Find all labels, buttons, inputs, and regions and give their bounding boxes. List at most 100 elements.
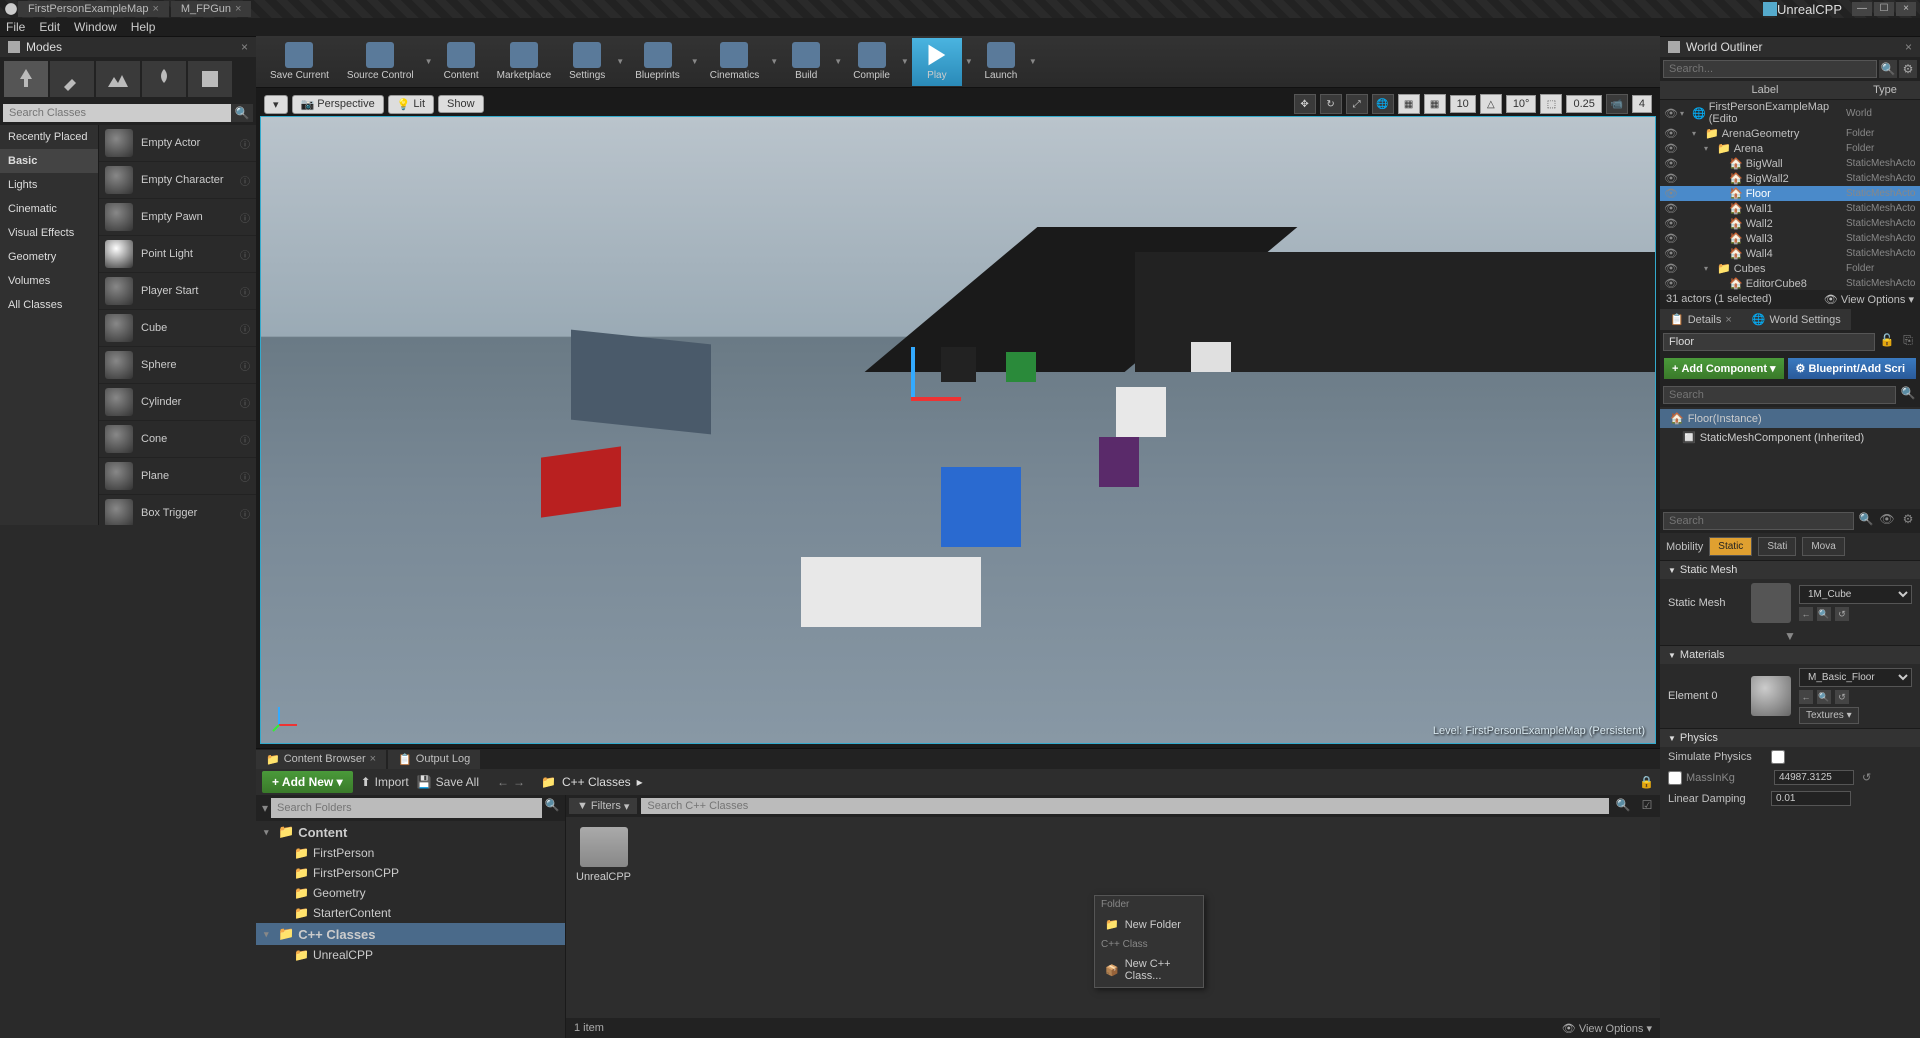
save-all-button[interactable]: 💾 Save All	[417, 775, 479, 789]
visibility-icon[interactable]: 👁	[1664, 172, 1680, 185]
close-icon[interactable]: ×	[370, 753, 376, 765]
search-icon[interactable]: 🔍	[1899, 386, 1917, 404]
close-icon[interactable]: ×	[241, 40, 248, 54]
outliner-row[interactable]: 👁▾📁 CubesFolder	[1660, 261, 1920, 276]
mass-value-input[interactable]	[1774, 770, 1854, 785]
category-item[interactable]: Volumes	[0, 269, 98, 293]
outliner-row[interactable]: 👁🏠 EditorCube8StaticMeshActo	[1660, 276, 1920, 290]
locate-icon[interactable]: ⎘	[1899, 333, 1917, 351]
toolbar-source-control[interactable]: Source Control	[339, 38, 422, 86]
vp-camspeed[interactable]: 4	[1632, 95, 1652, 113]
static-mesh-select[interactable]: 1M_Cube	[1799, 585, 1912, 604]
mobility-static[interactable]: Static	[1709, 537, 1752, 556]
toolbar-dropdown[interactable]: ▼	[1028, 38, 1038, 86]
mesh-thumbnail[interactable]	[1751, 583, 1791, 623]
reset-icon[interactable]: ↺	[1835, 607, 1849, 621]
info-icon[interactable]: ⓘ	[240, 506, 250, 521]
search-icon[interactable]: 🔍	[1879, 60, 1897, 78]
actor-item[interactable]: Empty Pawnⓘ	[99, 199, 256, 236]
vp-grid-val[interactable]: 10	[1450, 95, 1476, 113]
toolbar-dropdown[interactable]: ▼	[424, 38, 434, 86]
mode-paint[interactable]	[50, 61, 94, 97]
add-component-button[interactable]: + Add Component ▾	[1664, 358, 1784, 379]
browse-icon[interactable]: 🔍	[1817, 690, 1831, 704]
save-icon[interactable]: ☑	[1637, 798, 1657, 814]
info-icon[interactable]: ⓘ	[240, 432, 250, 447]
tree-item[interactable]: 📁UnrealCPP	[256, 945, 565, 965]
visibility-icon[interactable]: 👁	[1664, 142, 1680, 155]
mass-override-checkbox[interactable]	[1668, 771, 1682, 785]
visibility-icon[interactable]: 👁	[1664, 277, 1680, 290]
chevron-icon[interactable]: ▾	[264, 827, 274, 838]
mode-landscape[interactable]	[96, 61, 140, 97]
actor-item[interactable]: Player Startⓘ	[99, 273, 256, 310]
use-icon[interactable]: ←	[1799, 607, 1813, 621]
reset-icon[interactable]: ↺	[1835, 690, 1849, 704]
actor-item[interactable]: Cylinderⓘ	[99, 384, 256, 421]
vp-angle-snap[interactable]: △	[1480, 94, 1502, 114]
add-new-button[interactable]: + Add New ▾	[262, 771, 353, 793]
info-icon[interactable]: ⓘ	[240, 395, 250, 410]
info-icon[interactable]: ⓘ	[240, 469, 250, 484]
breadcrumb[interactable]: 📁 C++ Classes ▸	[541, 775, 643, 789]
vp-angle-val[interactable]: 10°	[1506, 95, 1537, 113]
lock-icon[interactable]: 🔓	[1878, 333, 1896, 351]
material-select[interactable]: M_Basic_Floor	[1799, 668, 1912, 687]
reset-icon[interactable]: ↺	[1862, 771, 1871, 784]
close-button[interactable]: ×	[1896, 2, 1916, 16]
chevron-icon[interactable]: ▾	[1680, 109, 1689, 118]
view-options[interactable]: 👁 View Options ▾	[1824, 293, 1914, 306]
maximize-button[interactable]: ☐	[1874, 2, 1894, 16]
asset-item[interactable]: UnrealCPP	[576, 827, 631, 883]
filter-icon[interactable]: ⚙	[1899, 512, 1917, 530]
actor-item[interactable]: Empty Characterⓘ	[99, 162, 256, 199]
visibility-icon[interactable]: 👁	[1664, 232, 1680, 245]
vp-grid-snap[interactable]: ▦	[1424, 94, 1446, 114]
vp-scale[interactable]: ⤢	[1346, 94, 1368, 114]
outliner-row[interactable]: 👁🏠 Wall3StaticMeshActo	[1660, 231, 1920, 246]
vp-dropdown[interactable]: ▾	[264, 95, 288, 114]
outliner-row[interactable]: 👁🏠 Wall1StaticMeshActo	[1660, 201, 1920, 216]
actor-item[interactable]: Sphereⓘ	[99, 347, 256, 384]
use-icon[interactable]: ←	[1799, 690, 1813, 704]
outliner-row[interactable]: 👁🏠 BigWallStaticMeshActo	[1660, 156, 1920, 171]
vp-perspective[interactable]: 📷 Perspective	[292, 95, 384, 114]
toolbar-marketplace[interactable]: Marketplace	[489, 38, 559, 86]
info-icon[interactable]: ⓘ	[240, 247, 250, 262]
browse-icon[interactable]: 🔍	[1817, 607, 1831, 621]
visibility-icon[interactable]: 👁	[1664, 247, 1680, 260]
info-icon[interactable]: ⓘ	[240, 173, 250, 188]
lock-icon[interactable]: 🔒	[1639, 775, 1654, 789]
mode-place[interactable]	[4, 61, 48, 97]
category-item[interactable]: Cinematic	[0, 197, 98, 221]
col-label[interactable]: Label	[1680, 81, 1850, 99]
tree-item[interactable]: ▾📁C++ Classes	[256, 923, 565, 945]
filter-icon[interactable]: ⚙	[1899, 60, 1917, 78]
toolbar-save-current[interactable]: Save Current	[262, 38, 337, 86]
toolbar-play[interactable]: Play	[912, 38, 962, 86]
tab-content-browser[interactable]: 📁 Content Browser ×	[256, 750, 386, 769]
toolbar-build[interactable]: Build	[781, 38, 831, 86]
search-classes-input[interactable]	[3, 104, 231, 122]
mobility-movable[interactable]: Mova	[1802, 537, 1844, 556]
outliner-row[interactable]: 👁🏠 Wall4StaticMeshActo	[1660, 246, 1920, 261]
close-icon[interactable]: ×	[235, 3, 241, 15]
tab-details[interactable]: 📋 Details ×	[1660, 309, 1742, 330]
marketplace-icon[interactable]	[1763, 2, 1777, 16]
toolbar-launch[interactable]: Launch	[976, 38, 1026, 86]
chevron-icon[interactable]: ▾	[1704, 264, 1714, 273]
cm-new-cpp[interactable]: 📦 New C++ Class...	[1095, 953, 1203, 987]
filters-button[interactable]: ▼ Filters ▾	[569, 798, 637, 814]
visibility-icon[interactable]: 👁	[1664, 157, 1680, 170]
toolbar-dropdown[interactable]: ▼	[769, 38, 779, 86]
col-type[interactable]: Type	[1850, 81, 1920, 99]
outliner-search[interactable]	[1663, 60, 1877, 78]
info-icon[interactable]: ⓘ	[240, 321, 250, 336]
viewport[interactable]: Level: FirstPersonExampleMap (Persistent…	[260, 116, 1656, 744]
tab-output-log[interactable]: 📋 Output Log	[388, 750, 480, 769]
toolbar-compile[interactable]: Compile	[845, 38, 898, 86]
menu-edit[interactable]: Edit	[39, 20, 60, 34]
search-icon[interactable]: 🔍	[1857, 512, 1875, 530]
search-icon[interactable]: 🔍	[1613, 798, 1633, 814]
visibility-icon[interactable]: 👁	[1664, 107, 1680, 120]
